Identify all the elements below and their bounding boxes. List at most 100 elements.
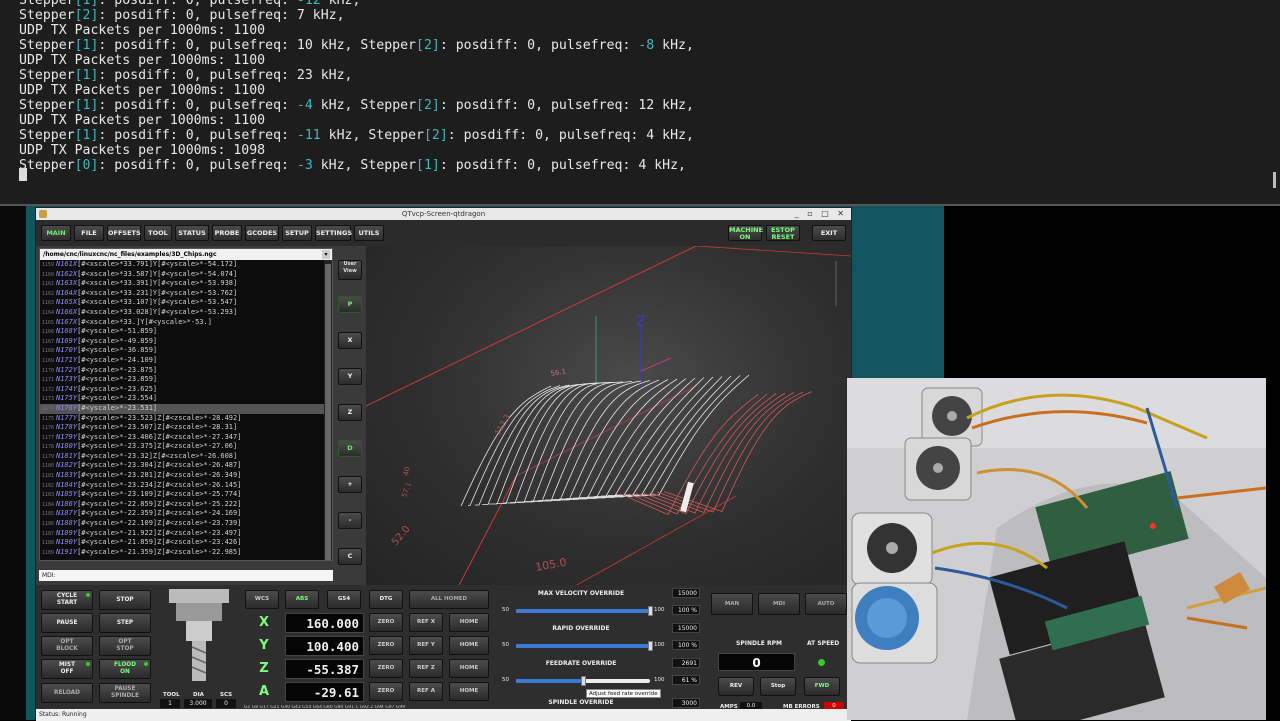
mdi-input[interactable]: MDI: [39, 570, 333, 581]
wcs-button[interactable]: WCS [245, 590, 279, 609]
terminal-scrollbar[interactable] [1273, 172, 1276, 188]
flood-button[interactable]: FLOOD ON [99, 659, 151, 679]
gcode-line[interactable]: 1159 N161X[#<xscale>*33.791]Y[#<yscale>*-… [40, 260, 332, 270]
gcode-listing[interactable]: 1159 N161X[#<xscale>*33.791]Y[#<yscale>*-… [40, 260, 332, 557]
gcode-line[interactable]: 1170 N172Y[#<yscale>*-23.875] [40, 366, 332, 376]
tab-file[interactable]: FILE [74, 225, 104, 241]
ref-x-button[interactable]: REF X [409, 613, 443, 632]
view-button-x[interactable]: X [338, 332, 362, 349]
gcode-line[interactable]: 1184 N186Y[#<yscale>*-22.859]Z[#<zscale>*… [40, 500, 332, 510]
gcode-line[interactable]: 1185 N187Y[#<yscale>*-22.359]Z[#<zscale>*… [40, 509, 332, 519]
opt-block-button[interactable]: OPT BLOCK [41, 636, 93, 656]
abs-button[interactable]: ABS [285, 590, 319, 609]
opt-stop-button[interactable]: OPT STOP [99, 636, 151, 656]
gcode-line[interactable]: 1177 N179Y[#<yscale>*-23.406]Z[#<zscale>*… [40, 433, 332, 443]
dro-axis-y[interactable]: Y [245, 636, 283, 656]
tab-utils[interactable]: UTILS [354, 225, 384, 241]
gcode-line[interactable]: 1179 N181Y[#<yscale>*-23.32]Z[#<zscale>*-… [40, 452, 332, 462]
home-x-button[interactable]: HOME [449, 613, 489, 632]
zero-a-button[interactable]: ZERO [369, 682, 403, 701]
tab-gcodes[interactable]: GCODES [245, 225, 279, 241]
gcode-line[interactable]: 1171 N173Y[#<yscale>*-23.859] [40, 375, 332, 385]
ref-z-button[interactable]: REF Z [409, 659, 443, 678]
cycle-start-button[interactable]: CYCLE START [41, 590, 93, 610]
view-button-d[interactable]: D [338, 440, 362, 457]
view-button-z[interactable]: Z [338, 404, 362, 421]
gcode-line[interactable]: 1173 N175Y[#<yscale>*-23.554] [40, 394, 332, 404]
dtg-button[interactable]: DTG [369, 590, 403, 609]
gcode-line[interactable]: 1160 N162X[#<xscale>*33.587]Y[#<yscale>*-… [40, 270, 332, 280]
gcode-panel[interactable]: /home/cnc/linuxcnc/nc_files/examples/3D_… [39, 248, 333, 561]
tab-tool[interactable]: TOOL [144, 225, 172, 241]
estop-reset-button[interactable]: ESTOP RESET [766, 225, 800, 241]
gcode-line[interactable]: 1187 N189Y[#<yscale>*-21.922]Z[#<zscale>*… [40, 529, 332, 539]
chevron-down-icon[interactable]: ▾ [322, 250, 330, 259]
gcode-line[interactable]: 1172 N174Y[#<yscale>*-23.625] [40, 385, 332, 395]
home-z-button[interactable]: HOME [449, 659, 489, 678]
spindle-fwd-button[interactable]: FWD [804, 677, 840, 696]
feed-override-slider-handle[interactable] [581, 676, 586, 686]
zero-y-button[interactable]: ZERO [369, 636, 403, 655]
mist-button[interactable]: MIST OFF [41, 659, 93, 679]
gcode-line[interactable]: 1169 N171Y[#<yscale>*-24.109] [40, 356, 332, 366]
gcode-line[interactable]: 1175 N177Y[#<yscale>*-23.523]Z[#<zscale>*… [40, 414, 332, 424]
scrollbar-thumb[interactable] [325, 264, 331, 560]
view-button-y[interactable]: Y [338, 368, 362, 385]
gcode-line[interactable]: 1180 N182Y[#<yscale>*-23.304]Z[#<zscale>*… [40, 461, 332, 471]
gcode-line[interactable]: 1168 N170Y[#<yscale>*-36.859] [40, 346, 332, 356]
gcode-line[interactable]: 1178 N180Y[#<yscale>*-23.375]Z[#<zscale>*… [40, 442, 332, 452]
gcode-line[interactable]: 1166 N168Y[#<yscale>*-51.859] [40, 327, 332, 337]
gcode-line[interactable]: 1188 N190Y[#<yscale>*-21.859]Z[#<zscale>*… [40, 538, 332, 548]
gcode-line[interactable]: 1162 N164X[#<xscale>*33.231]Y[#<yscale>*-… [40, 289, 332, 299]
gcode-line[interactable]: 1189 N191Y[#<yscale>*-21.359]Z[#<zscale>*… [40, 548, 332, 558]
window-titlebar[interactable]: QTvcp-Screen-qtdragon _ ▫ □ ✕ [36, 208, 851, 220]
ref-y-button[interactable]: REF Y [409, 636, 443, 655]
view-button-user-view[interactable]: User View [338, 260, 362, 280]
tab-offsets[interactable]: OFFSETS [107, 225, 141, 241]
view-button-p[interactable]: P [338, 296, 362, 313]
home-y-button[interactable]: HOME [449, 636, 489, 655]
dro-axis-x[interactable]: X [245, 613, 283, 633]
gcode-line[interactable]: 1161 N163X[#<xscale>*33.391]Y[#<yscale>*-… [40, 279, 332, 289]
gcode-line[interactable]: 1163 N165X[#<xscale>*33.107]Y[#<yscale>*-… [40, 298, 332, 308]
view-button-zoom-in[interactable]: + [338, 476, 362, 493]
step-button[interactable]: STEP [99, 613, 151, 633]
zero-z-button[interactable]: ZERO [369, 659, 403, 678]
tab-setup[interactable]: SETUP [282, 225, 312, 241]
stop-button[interactable]: STOP [99, 590, 151, 610]
gcode-line[interactable]: 1165 N167X[#<xscale>*33.]Y[#<yscale>*-53.… [40, 318, 332, 328]
gcode-line[interactable]: 1167 N169Y[#<yscale>*-49.859] [40, 337, 332, 347]
window-controls[interactable]: _ ▫ □ ✕ [795, 208, 847, 220]
auto-mode-button[interactable]: AUTO [805, 593, 847, 615]
pause-spindle-button[interactable]: PAUSE SPINDLE [99, 683, 151, 703]
zero-x-button[interactable]: ZERO [369, 613, 403, 632]
machine-on-button[interactable]: MACHINE ON [728, 225, 763, 241]
rapid-override-slider-handle[interactable] [648, 641, 653, 651]
gcode-line[interactable]: 1164 N166X[#<xscale>*33.028]Y[#<yscale>*-… [40, 308, 332, 318]
ref-a-button[interactable]: REF A [409, 682, 443, 701]
gcode-scrollbar[interactable] [324, 260, 332, 560]
spindle-stop-button[interactable]: Stop [760, 677, 796, 696]
tab-main[interactable]: MAIN [41, 225, 71, 241]
dro-axis-a[interactable]: A [245, 682, 283, 702]
mdi-mode-button[interactable]: MDI [758, 593, 800, 615]
view-button-zoom-out[interactable]: - [338, 512, 362, 529]
gcode-line[interactable]: 1182 N184Y[#<yscale>*-23.234]Z[#<zscale>*… [40, 481, 332, 491]
qtdragon-window[interactable]: QTvcp-Screen-qtdragon _ ▫ □ ✕ MAIN FILE OF… [35, 207, 852, 721]
pause-button[interactable]: PAUSE [41, 613, 93, 633]
tab-status[interactable]: STATUS [175, 225, 209, 241]
max_velocity-override-slider-handle[interactable] [648, 606, 653, 616]
manual-mode-button[interactable]: MAN [711, 593, 753, 615]
view-button-c[interactable]: C [338, 548, 362, 565]
reload-button[interactable]: RELOAD [41, 683, 93, 703]
exit-button[interactable]: EXIT [812, 225, 846, 241]
g54-button[interactable]: G54 [327, 590, 361, 609]
gcode-3d-preview[interactable]: Z 56.1 112.3 40 105.0 52.0 57.1 [366, 246, 851, 585]
gcode-line[interactable]: 1176 N178Y[#<yscale>*-23.507]Z[#<zscale>*… [40, 423, 332, 433]
spindle-rev-button[interactable]: REV [718, 677, 754, 696]
dro-axis-z[interactable]: Z [245, 659, 283, 679]
tab-probe[interactable]: PROBE [212, 225, 242, 241]
gcode-line[interactable]: 1183 N185Y[#<yscale>*-23.109]Z[#<zscale>*… [40, 490, 332, 500]
gcode-line[interactable]: 1186 N188Y[#<yscale>*-22.109]Z[#<zscale>*… [40, 519, 332, 529]
gcode-line[interactable]: 1181 N183Y[#<yscale>*-23.281]Z[#<zscale>*… [40, 471, 332, 481]
